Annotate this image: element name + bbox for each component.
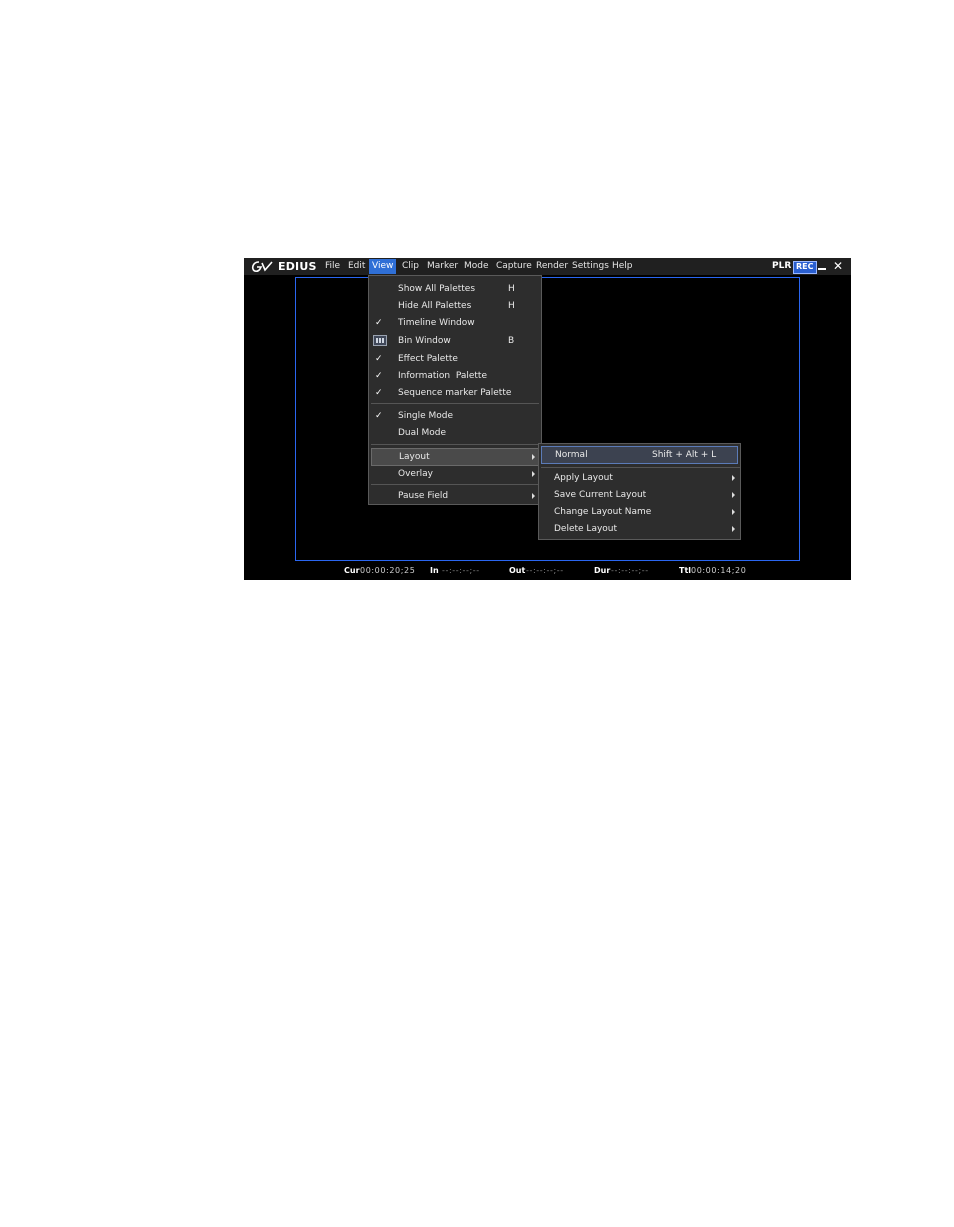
menu-item-label: Bin Window (398, 336, 451, 346)
menu-item-overlay[interactable]: Overlay (369, 466, 541, 482)
menu-item-label: Save Current Layout (554, 490, 647, 500)
submenu-item-change-layout-name[interactable]: Change Layout Name (539, 504, 740, 520)
menu-item-label: Effect Palette (398, 354, 458, 364)
menu-separator (371, 403, 539, 404)
menu-item-label: Apply Layout (554, 473, 613, 483)
shortcut-label: B (508, 336, 515, 346)
plr-toggle[interactable]: PLR (772, 260, 791, 273)
submenu-item-normal[interactable]: Normal Shift + Alt + L (541, 446, 738, 464)
out-timecode: --:--:--;-- (526, 566, 564, 575)
submenu-arrow-icon (532, 471, 535, 477)
menu-item-label: Single Mode (398, 411, 454, 421)
submenu-item-apply-layout[interactable]: Apply Layout (539, 470, 740, 486)
check-icon: ✓ (375, 318, 383, 328)
cur-label: Cur (344, 566, 360, 575)
submenu-arrow-icon (732, 492, 735, 498)
in-timecode: --:--:--;-- (442, 566, 480, 575)
dur-label: Dur (594, 566, 611, 575)
menu-item-timeline-window[interactable]: ✓ Timeline Window (369, 315, 541, 331)
menu-item-label: Show All Palettes (398, 284, 476, 294)
menu-item-single-mode[interactable]: ✓ Single Mode (369, 408, 541, 424)
menu-separator (371, 444, 539, 445)
shortcut-label: H (508, 301, 515, 311)
menu-item-hide-all-palettes[interactable]: Hide All Palettes H (369, 298, 541, 314)
menu-item-label: Timeline Window (398, 318, 475, 328)
menu-render[interactable]: Render (533, 259, 571, 274)
menu-settings[interactable]: Settings (569, 259, 612, 274)
edius-window: EDIUS File Edit View Clip Marker Mode Ca… (244, 258, 851, 580)
rec-toggle[interactable]: REC (793, 261, 817, 274)
in-label: In (430, 566, 439, 575)
view-menu-dropdown: Show All Palettes H Hide All Palettes H … (368, 275, 542, 505)
ttl-label: Ttl (679, 566, 692, 575)
minimize-button[interactable] (818, 268, 826, 270)
shortcut-label: H (508, 284, 515, 294)
dur-timecode: --:--:--;-- (611, 566, 649, 575)
cur-timecode: 00:00:20;25 (360, 566, 416, 575)
check-icon: ✓ (375, 371, 383, 381)
menu-item-sequence-marker-palette[interactable]: ✓ Sequence marker Palette (369, 385, 541, 401)
menu-mode[interactable]: Mode (461, 259, 492, 274)
grass-valley-logo-icon (251, 261, 273, 273)
menu-view[interactable]: View (369, 259, 397, 274)
menu-item-pause-field[interactable]: Pause Field (369, 488, 541, 504)
submenu-arrow-icon (532, 493, 535, 499)
menu-item-label: Normal (555, 450, 588, 460)
menu-item-label: Overlay (398, 469, 433, 479)
menu-item-label: Layout (399, 452, 430, 462)
menu-edit[interactable]: Edit (345, 259, 368, 274)
menu-item-label: Sequence marker Palette (398, 388, 512, 398)
out-label: Out (509, 566, 526, 575)
menu-item-label: Information Palette (398, 371, 487, 381)
menu-item-label: Dual Mode (398, 428, 447, 438)
layout-submenu: Normal Shift + Alt + L Apply Layout Save… (538, 443, 741, 540)
check-icon: ✓ (375, 354, 383, 364)
menu-marker[interactable]: Marker (424, 259, 461, 274)
submenu-arrow-icon (532, 454, 535, 460)
submenu-item-delete-layout[interactable]: Delete Layout (539, 521, 740, 537)
menu-item-dual-mode[interactable]: Dual Mode (369, 425, 541, 441)
submenu-item-save-current-layout[interactable]: Save Current Layout (539, 487, 740, 503)
shortcut-label: Shift + Alt + L (652, 450, 717, 460)
ttl-timecode: 00:00:14;20 (691, 566, 747, 575)
menu-file[interactable]: File (322, 259, 343, 274)
menu-separator (371, 484, 539, 485)
menu-item-label: Hide All Palettes (398, 301, 472, 311)
menu-item-effect-palette[interactable]: ✓ Effect Palette (369, 351, 541, 367)
timecode-status-bar: Cur 00:00:20;25 In --:--:--;-- Out --:--… (244, 564, 851, 578)
menu-bar: EDIUS File Edit View Clip Marker Mode Ca… (244, 258, 851, 275)
submenu-arrow-icon (732, 475, 735, 481)
bin-icon (373, 335, 387, 346)
menu-item-label: Change Layout Name (554, 507, 652, 517)
menu-item-bin-window[interactable]: Bin Window B (369, 333, 541, 349)
menu-item-label: Delete Layout (554, 524, 618, 534)
submenu-arrow-icon (732, 526, 735, 532)
menu-capture[interactable]: Capture (493, 259, 535, 274)
menu-item-label: Pause Field (398, 491, 449, 501)
menu-item-layout[interactable]: Layout (371, 448, 539, 466)
menu-item-show-all-palettes[interactable]: Show All Palettes H (369, 281, 541, 297)
check-icon: ✓ (375, 411, 383, 421)
app-brand: EDIUS (278, 260, 317, 273)
check-icon: ✓ (375, 388, 383, 398)
menu-help[interactable]: Help (609, 259, 636, 274)
menu-item-information-palette[interactable]: ✓ Information Palette (369, 368, 541, 384)
menu-separator (541, 467, 740, 468)
submenu-arrow-icon (732, 509, 735, 515)
close-button[interactable]: ✕ (833, 259, 843, 274)
menu-clip[interactable]: Clip (399, 259, 422, 274)
